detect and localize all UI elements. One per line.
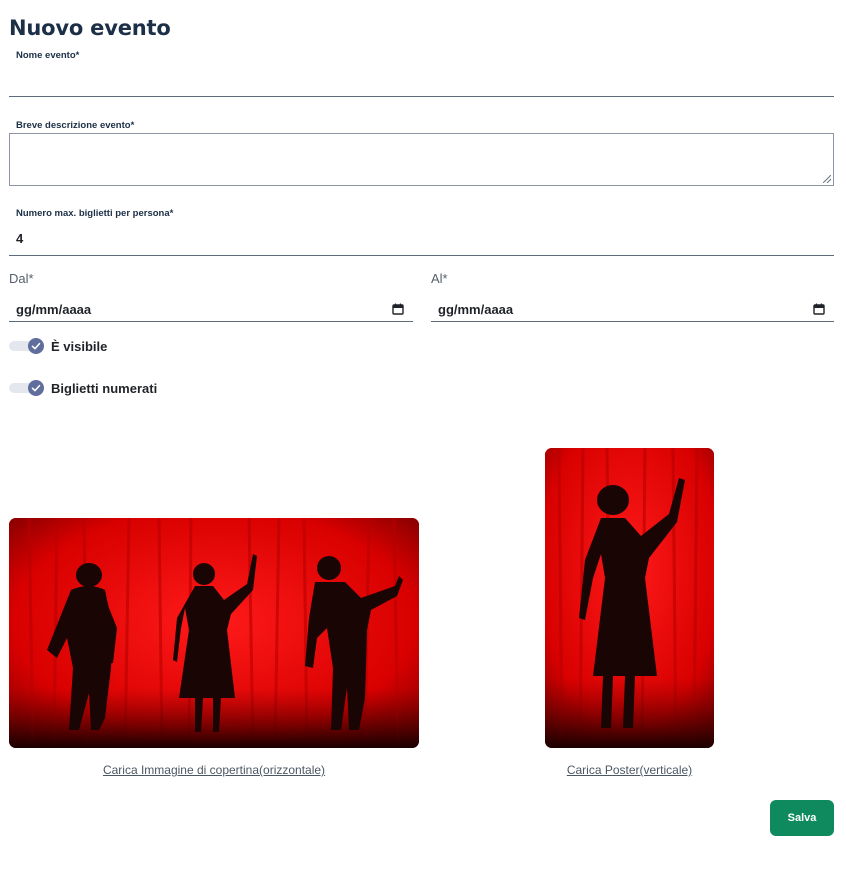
cover-image-preview bbox=[9, 518, 419, 748]
numbered-tickets-toggle-label: Biglietti numerati bbox=[51, 381, 158, 396]
upload-poster-link[interactable]: Carica Poster(verticale) bbox=[545, 763, 714, 777]
resize-grip-icon[interactable] bbox=[823, 175, 831, 183]
date-to-input[interactable]: gg/mm/aaaa bbox=[431, 298, 834, 322]
visible-toggle-label: È visibile bbox=[51, 339, 108, 354]
event-name-input[interactable] bbox=[9, 72, 834, 97]
toggle-knob bbox=[28, 380, 44, 396]
date-to-placeholder: gg/mm/aaaa bbox=[438, 302, 514, 317]
event-name-label: Nome evento* bbox=[16, 50, 80, 61]
theater-silhouette-poster-image bbox=[545, 448, 714, 748]
poster-image-preview bbox=[545, 448, 714, 748]
max-tickets-label: Numero max. biglietti per persona* bbox=[16, 208, 174, 219]
date-to-label: Al* bbox=[431, 271, 448, 286]
theater-silhouettes-image bbox=[9, 518, 419, 748]
numbered-tickets-toggle[interactable] bbox=[9, 380, 44, 396]
max-tickets-value: 4 bbox=[16, 231, 24, 246]
save-button[interactable]: Salva bbox=[770, 800, 834, 836]
date-from-input[interactable]: gg/mm/aaaa bbox=[9, 298, 413, 322]
event-description-textarea[interactable] bbox=[9, 133, 834, 186]
visible-toggle[interactable] bbox=[9, 338, 44, 354]
event-description-label: Breve descrizione evento* bbox=[16, 120, 135, 131]
check-icon bbox=[31, 384, 41, 392]
calendar-icon[interactable] bbox=[813, 303, 825, 315]
toggle-knob bbox=[28, 338, 44, 354]
max-tickets-input[interactable]: 4 bbox=[9, 226, 834, 256]
calendar-icon[interactable] bbox=[392, 303, 404, 315]
check-icon bbox=[31, 342, 41, 350]
page-title: Nuovo evento bbox=[9, 16, 171, 40]
date-from-placeholder: gg/mm/aaaa bbox=[16, 302, 92, 317]
date-from-label: Dal* bbox=[9, 271, 34, 286]
upload-cover-link[interactable]: Carica Immagine di copertina(orizzontale… bbox=[9, 763, 419, 777]
